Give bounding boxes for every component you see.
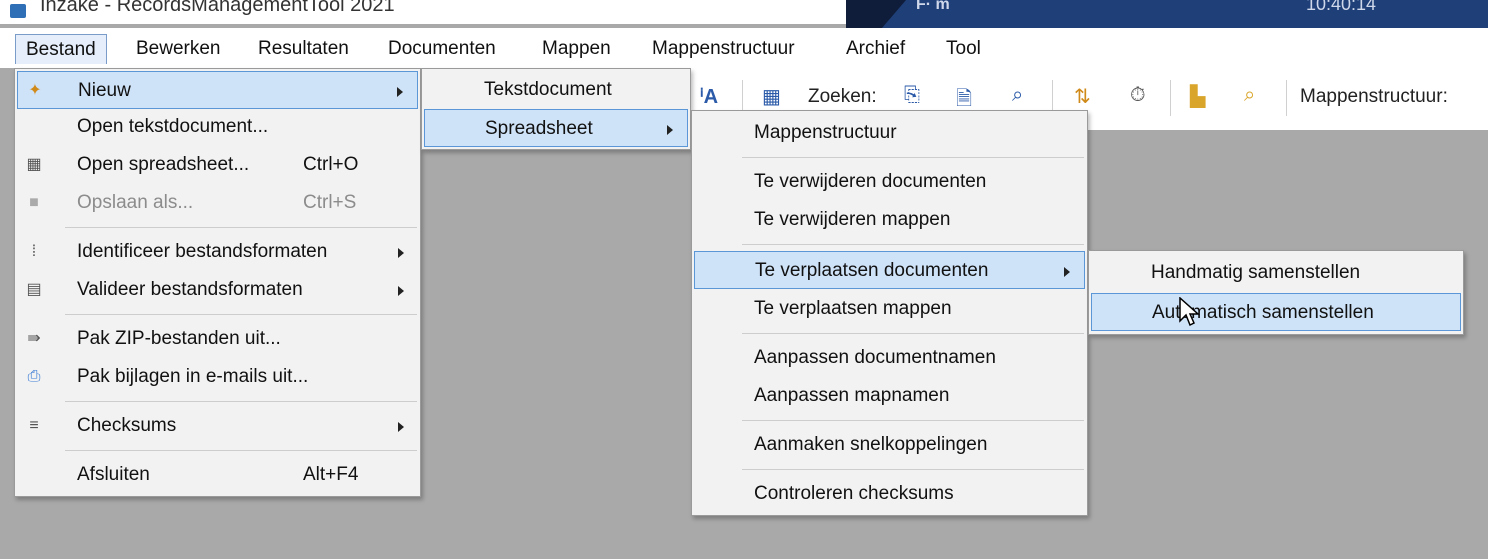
menu-separator [742, 244, 1084, 245]
menu-separator [742, 420, 1084, 421]
menu-bar: Bestand Bewerken Resultaten Documenten M… [0, 28, 1488, 68]
menu-archief[interactable]: Archief [836, 34, 915, 64]
menu-separator [742, 157, 1084, 158]
search-zoom-icon[interactable]: ⌕ [1012, 84, 1023, 107]
menu-item-checksums[interactable]: ≡ Checksums [17, 407, 418, 445]
toolbar-separator [1286, 80, 1287, 116]
font-size-icon[interactable]: ⁱA [700, 84, 718, 109]
menu-resultaten[interactable]: Resultaten [248, 34, 359, 64]
chevron-right-icon [398, 286, 404, 296]
new-icon: ✦ [28, 82, 42, 99]
menu-item-afsluiten[interactable]: Afsluiten Alt+F4 [17, 456, 418, 494]
chevron-right-icon [667, 125, 673, 135]
spreadsheet-icon: ▦ [26, 156, 42, 173]
window-title: Inzake - RecordsManagementTool 2021 [40, 0, 395, 16]
menu-separator [65, 314, 417, 315]
chevron-right-icon [398, 248, 404, 258]
taskbar-clock: 10:40:14 [1306, 0, 1377, 14]
menu-item-automatisch-samenstellen[interactable]: Automatisch samenstellen [1091, 293, 1461, 331]
menu-bewerken[interactable]: Bewerken [126, 34, 231, 64]
menu-tool[interactable]: Tool [936, 34, 991, 64]
menu-separator [742, 469, 1084, 470]
menu-item-te-verplaatsen-mappen[interactable]: Te verplaatsen mappen [694, 290, 1085, 328]
menu-item-opslaan-als[interactable]: ■ Opslaan als... Ctrl+S [17, 184, 418, 222]
menu-item-pak-zip[interactable]: ⇛ Pak ZIP-bestanden uit... [17, 320, 418, 358]
search-documents-icon[interactable]: ⎘ [904, 84, 920, 107]
menu-bestand[interactable]: Bestand [15, 34, 107, 64]
taskbar-left-text: F· m [916, 0, 950, 13]
menu-item-identificeer[interactable]: ⁞ Identificeer bestandsformaten [17, 233, 418, 271]
nieuw-submenu: Tekstdocument Spreadsheet [421, 68, 691, 150]
save-icon: ■ [29, 194, 39, 211]
menu-mappen[interactable]: Mappen [532, 34, 621, 64]
toolbar-separator [1170, 80, 1171, 116]
taskbar-strip: F· m 10:40:14 [846, 0, 1488, 28]
chevron-right-icon [397, 87, 403, 97]
mouse-cursor-icon [1179, 297, 1200, 327]
validate-icon: ▤ [26, 281, 42, 298]
menu-separator [65, 450, 417, 451]
menu-item-valideer[interactable]: ▤ Valideer bestandsformaten [17, 271, 418, 309]
menu-item-handmatig-samenstellen[interactable]: Handmatig samenstellen [1091, 254, 1461, 292]
menu-item-pak-bijlagen[interactable]: ⎙ Pak bijlagen in e-mails uit... [17, 358, 418, 396]
spreadsheet-submenu: Mappenstructuur Te verwijderen documente… [691, 110, 1088, 516]
taskbar-notch [846, 0, 906, 28]
attachment-icon: ⎙ [27, 368, 41, 385]
search-label: Zoeken: [808, 86, 877, 107]
menu-documenten[interactable]: Documenten [378, 34, 506, 64]
move-icon[interactable]: ⇅ [1074, 84, 1091, 109]
search-grid-icon[interactable]: ▦ [762, 84, 781, 109]
menu-item-te-verwijderen-documenten[interactable]: Te verwijderen documenten [694, 163, 1085, 201]
identify-icon: ⁞ [31, 243, 37, 260]
folder-structure-icon[interactable]: ▙ [1190, 84, 1205, 109]
folder-search-icon[interactable]: ⌕ [1244, 84, 1255, 107]
zip-icon: ⇛ [27, 330, 41, 347]
menu-separator [742, 333, 1084, 334]
chevron-right-icon [398, 422, 404, 432]
menu-separator [65, 401, 417, 402]
bestand-menu: ✦ Nieuw Open tekstdocument... ▦ Open spr… [14, 68, 421, 497]
menu-item-mappenstructuur[interactable]: Mappenstructuur [694, 114, 1085, 152]
menu-item-controleren-checksums[interactable]: Controleren checksums [694, 475, 1085, 513]
checksum-icon: ≡ [29, 417, 39, 434]
menu-separator [65, 227, 417, 228]
menu-item-spreadsheet[interactable]: Spreadsheet [424, 109, 688, 147]
menu-item-tekstdocument[interactable]: Tekstdocument [424, 71, 688, 109]
menu-item-aanpassen-documentnamen[interactable]: Aanpassen documentnamen [694, 339, 1085, 377]
menu-item-open-tekstdocument[interactable]: Open tekstdocument... [17, 108, 418, 146]
verplaatsen-submenu: Handmatig samenstellen Automatisch samen… [1088, 250, 1464, 335]
menu-item-nieuw[interactable]: ✦ Nieuw [17, 71, 418, 109]
menu-mappenstructuur[interactable]: Mappenstructuur [642, 34, 805, 64]
menu-item-te-verwijderen-mappen[interactable]: Te verwijderen mappen [694, 201, 1085, 239]
chevron-right-icon [1064, 267, 1070, 277]
menu-item-open-spreadsheet[interactable]: ▦ Open spreadsheet... Ctrl+O [17, 146, 418, 184]
menu-item-aanmaken-snelkoppelingen[interactable]: Aanmaken snelkoppelingen [694, 426, 1085, 464]
menu-item-te-verplaatsen-documenten[interactable]: Te verplaatsen documenten [694, 251, 1085, 289]
structure-label: Mappenstructuur: [1300, 86, 1448, 107]
timer-icon[interactable]: ⏱ [1130, 84, 1146, 107]
menu-item-aanpassen-mapnamen[interactable]: Aanpassen mapnamen [694, 377, 1085, 415]
app-icon [10, 4, 26, 18]
